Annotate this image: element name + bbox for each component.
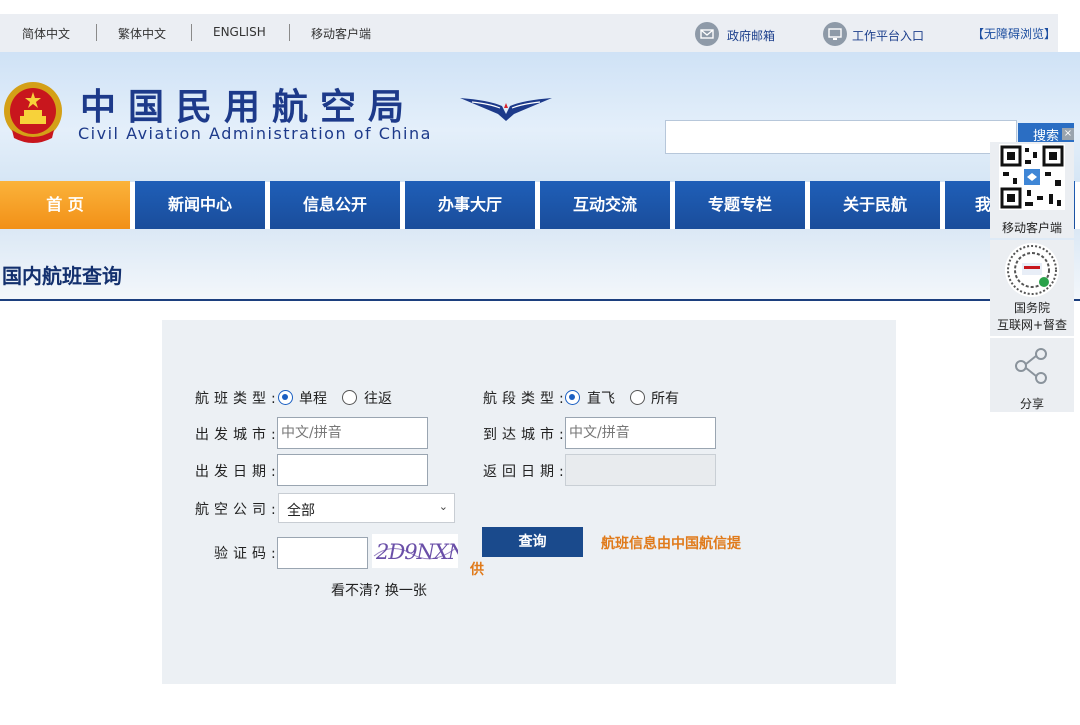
radio-round-trip[interactable] bbox=[342, 390, 357, 405]
provider-note: 航班信息由中国航信提 bbox=[601, 536, 741, 552]
radio-direct-label: 直飞 bbox=[587, 391, 615, 407]
lang-divider bbox=[289, 24, 290, 41]
nav-background-band bbox=[0, 229, 1080, 299]
nav-item-news[interactable]: 新闻中心 bbox=[135, 181, 265, 229]
share-caption: 分享 bbox=[1019, 397, 1044, 411]
close-icon[interactable]: × bbox=[1062, 128, 1074, 140]
radio-all[interactable] bbox=[630, 390, 645, 405]
airline-select-value: 全部 bbox=[287, 503, 315, 519]
share-icon bbox=[1015, 348, 1047, 384]
qr-code-icon bbox=[999, 144, 1065, 210]
work-platform-link[interactable]: 工作平台入口 bbox=[852, 27, 924, 44]
captcha-image[interactable]: 2D9NXN bbox=[372, 534, 468, 568]
national-emblem-icon bbox=[4, 82, 62, 143]
top-utility-bar: 简体中文 繁体中文 ENGLISH 移动客户端 政府邮箱 工作平台入口 【无障碍… bbox=[0, 14, 1058, 52]
site-title-cn: 中国民用航空局 bbox=[80, 86, 417, 128]
header-banner: 中国民用航空局 Civil Aviation Administration of… bbox=[0, 52, 1080, 182]
gov-mail-link[interactable]: 政府邮箱 bbox=[727, 27, 775, 44]
nav-item-info-disclosure[interactable]: 信息公开 bbox=[270, 181, 400, 229]
mobile-client-caption: 移动客户端 bbox=[1001, 221, 1062, 235]
state-council-caption-2: 互联网+督查 bbox=[996, 318, 1068, 332]
mobile-client-link[interactable]: 移动客户端 bbox=[311, 25, 371, 42]
lang-divider bbox=[191, 24, 192, 41]
arrival-city-input[interactable] bbox=[565, 417, 716, 449]
page-root: 简体中文 繁体中文 ENGLISH 移动客户端 政府邮箱 工作平台入口 【无障碍… bbox=[0, 0, 1080, 725]
site-search-input[interactable] bbox=[665, 120, 1017, 154]
arrival-city-label: 到达城市: bbox=[483, 427, 569, 443]
nav-item-service-hall[interactable]: 办事大厅 bbox=[405, 181, 535, 229]
departure-date-input[interactable] bbox=[277, 454, 428, 486]
monitor-icon bbox=[823, 22, 847, 46]
radio-round-trip-label: 往返 bbox=[364, 391, 392, 407]
nav-item-home[interactable]: 首 页 bbox=[0, 181, 130, 229]
caac-wing-logo-icon bbox=[460, 98, 552, 121]
lang-divider bbox=[96, 24, 97, 41]
provider-note-wrap: 供 bbox=[470, 562, 484, 578]
chevron-down-icon: ⌄ bbox=[438, 500, 448, 513]
lang-simplified-link[interactable]: 简体中文 bbox=[22, 25, 70, 42]
refresh-captcha-link[interactable]: 看不清? 换一张 bbox=[331, 580, 427, 600]
departure-date-label: 出发日期: bbox=[195, 464, 281, 480]
segment-type-label: 航段类型: bbox=[483, 391, 569, 407]
site-title-en: Civil Aviation Administration of China bbox=[78, 124, 432, 143]
mini-program-code-icon bbox=[1005, 243, 1059, 297]
departure-city-input[interactable] bbox=[277, 417, 428, 449]
airline-select[interactable]: 全部 ⌄ bbox=[278, 493, 455, 523]
captcha-label: 验证码: bbox=[214, 546, 281, 562]
radio-direct[interactable] bbox=[565, 390, 580, 405]
lang-english-link[interactable]: ENGLISH bbox=[213, 25, 266, 39]
share-widget[interactable]: 分享 bbox=[990, 338, 1074, 412]
captcha-image-icon: 2D9NXN bbox=[373, 540, 468, 564]
radio-all-label: 所有 bbox=[651, 391, 679, 407]
return-date-label: 返回日期: bbox=[483, 464, 569, 480]
return-date-input[interactable] bbox=[565, 454, 716, 486]
nav-item-interaction[interactable]: 互动交流 bbox=[540, 181, 670, 229]
captcha-text: 2D9NXN bbox=[375, 540, 458, 564]
lang-traditional-link[interactable]: 繁体中文 bbox=[118, 25, 166, 42]
radio-one-way-label: 单程 bbox=[299, 391, 327, 407]
state-council-caption-1: 国务院 bbox=[1013, 301, 1050, 315]
departure-city-label: 出发城市: bbox=[195, 427, 281, 443]
mobile-client-widget[interactable]: 移动客户端 bbox=[990, 142, 1074, 238]
nav-item-special-topics[interactable]: 专题专栏 bbox=[675, 181, 805, 229]
main-nav: 首 页 新闻中心 信息公开 办事大厅 互动交流 专题专栏 关于民航 我 bbox=[0, 181, 1080, 229]
accessibility-link[interactable]: 【无障碍浏览】 bbox=[972, 25, 1056, 42]
page-title: 国内航班查询 bbox=[2, 264, 122, 288]
airline-label: 航空公司: bbox=[195, 502, 281, 518]
captcha-input[interactable] bbox=[277, 537, 368, 569]
title-divider bbox=[0, 299, 1080, 301]
flight-type-label: 航班类型: bbox=[195, 391, 281, 407]
nav-item-about[interactable]: 关于民航 bbox=[810, 181, 940, 229]
state-council-widget[interactable]: 国务院 互联网+督查 bbox=[990, 240, 1074, 336]
radio-one-way[interactable] bbox=[278, 390, 293, 405]
mail-icon bbox=[695, 22, 719, 46]
query-button[interactable]: 查询 bbox=[482, 527, 583, 557]
